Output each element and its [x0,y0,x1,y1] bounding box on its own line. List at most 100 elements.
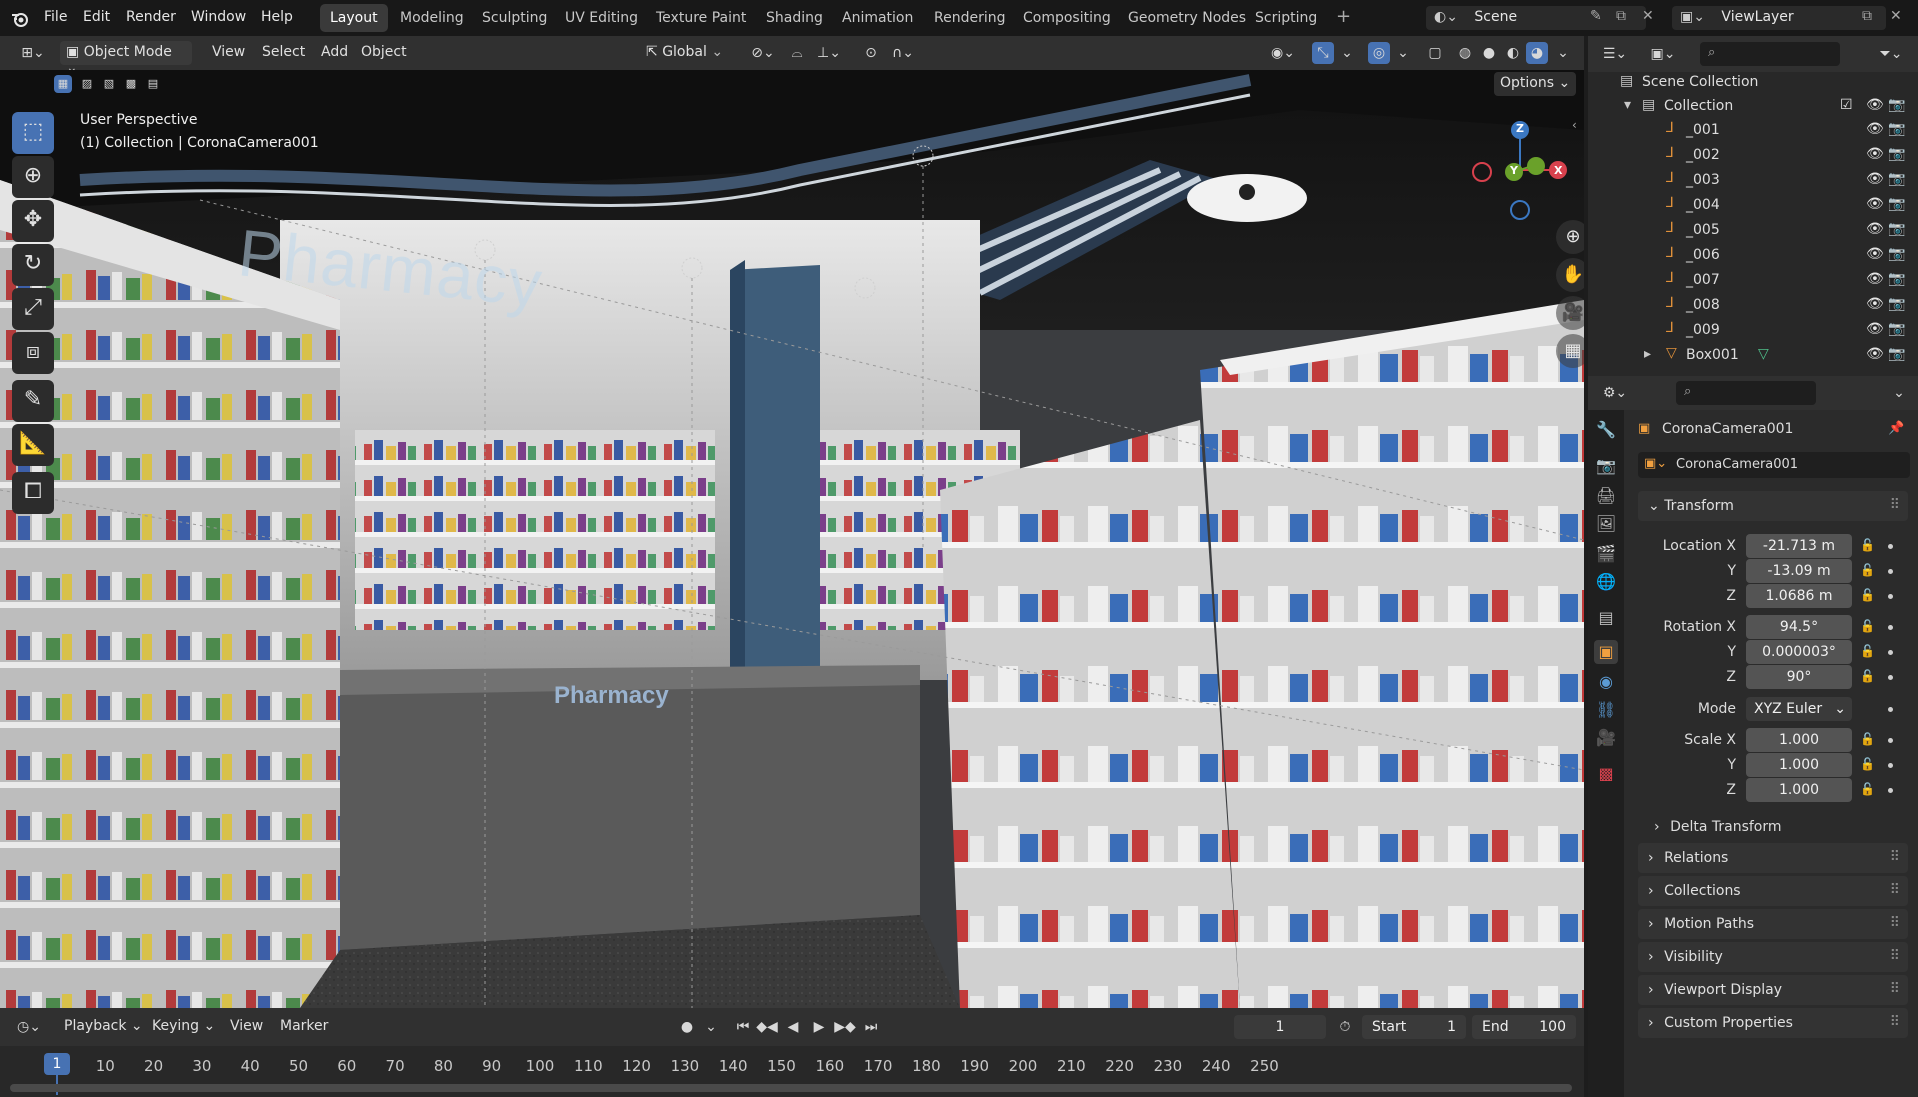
select-tool-icon[interactable]: ⬚ [12,112,54,154]
collection-tab-icon[interactable]: ▤ [1594,606,1618,630]
mesh-data-icon[interactable]: ▽ [1758,346,1769,362]
menu-playback[interactable]: Playback ⌄ [58,1015,149,1039]
rendered-shading-icon[interactable]: ◕ [1526,42,1548,64]
menu-select[interactable]: Select [256,41,311,65]
outliner-item[interactable]: ⅃ _005 👁 📷 [1588,218,1918,243]
rotation-x-field[interactable]: 94.5° [1746,615,1852,639]
solid-shading-icon[interactable]: ● [1478,42,1500,64]
eye-icon[interactable]: 👁 [1866,346,1884,362]
keyframe-dot[interactable] [1888,650,1893,655]
texture-tab-icon[interactable]: ▩ [1594,762,1618,786]
panel-collections[interactable]: › Collections ⠿ [1638,876,1908,906]
chevron-down-icon[interactable]: ⌄ [1552,42,1574,64]
add-cube-tool-icon[interactable]: ⧠ [12,472,54,514]
eye-icon[interactable]: 👁 [1866,97,1884,113]
current-frame-field[interactable]: 1 [1234,1015,1326,1039]
eye-icon[interactable]: 👁 [1866,121,1884,137]
render-tab-icon[interactable]: 📷 [1594,454,1618,478]
scale-y-field[interactable]: 1.000 [1746,753,1852,777]
keyframe-dot[interactable] [1888,738,1893,743]
panel-motion-paths[interactable]: › Motion Paths ⠿ [1638,909,1908,939]
camera-render-icon[interactable]: 📷 [1888,221,1905,237]
scale-x-field[interactable]: 1.000 [1746,728,1852,752]
drag-handle-icon[interactable]: ⠿ [1890,849,1900,865]
eye-icon[interactable]: 👁 [1866,296,1884,312]
drag-handle-icon[interactable]: ⠿ [1890,915,1900,931]
move-tool-icon[interactable]: ✥ [12,200,54,242]
pivot-icon[interactable]: ⊘⌄ [746,42,780,64]
keyframe-dot[interactable] [1888,707,1893,712]
object-data-tab-icon[interactable]: 🎥 [1594,726,1618,750]
delete-scene-icon[interactable]: ✕ [1642,8,1654,24]
outliner-scene-collection[interactable]: ▤ Scene Collection [1588,70,1918,95]
tab-uv-editing[interactable]: UV Editing [555,4,648,32]
world-tab-icon[interactable]: 🌐 [1594,570,1618,594]
lock-icon[interactable]: 🔓 [1860,619,1875,633]
tab-animation[interactable]: Animation [832,4,923,32]
outliner-item[interactable]: ⅃ _007 👁 📷 [1588,268,1918,293]
expand-arrow-icon[interactable]: ▸ [1644,346,1651,362]
falloff-icon[interactable]: ∩⌄ [886,42,920,64]
tab-rendering[interactable]: Rendering [924,4,1016,32]
camera-render-icon[interactable]: 📷 [1888,346,1905,362]
lock-icon[interactable]: 🔓 [1860,757,1875,771]
tab-modeling[interactable]: Modeling [390,4,474,32]
menu-object[interactable]: Object [355,41,413,65]
snap-target-icon[interactable]: ⊥⌄ [812,42,846,64]
tab-compositing[interactable]: Compositing [1013,4,1121,32]
outliner-item[interactable]: ⅃ _008 👁 📷 [1588,293,1918,318]
menu-render[interactable]: Render [126,9,176,25]
measure-tool-icon[interactable]: 📐 [12,424,54,466]
grid-view-icon[interactable]: ▦ [1556,334,1584,368]
keyframe-dot[interactable] [1888,544,1893,549]
outliner-item[interactable]: ⅃ _009 👁 📷 [1588,318,1918,343]
tool-tab-icon[interactable]: 🔧 [1594,418,1618,442]
collapse-sidebar-icon[interactable]: ‹ [1572,118,1577,132]
wireframe-shading-icon[interactable]: ◍ [1454,42,1476,64]
new-viewlayer-icon[interactable]: ⧉ [1862,8,1872,24]
menu-window[interactable]: Window [191,9,246,25]
camera-view-icon[interactable]: 🎥 [1556,296,1584,330]
location-z-field[interactable]: 1.0686 m [1746,584,1852,608]
rotation-z-field[interactable]: 90° [1746,665,1852,689]
select-subtract-icon[interactable]: ▧ [100,75,118,93]
outliner-collection[interactable]: ▾ ▤ Collection ☑ 👁 📷 [1588,94,1918,119]
gizmo-icon[interactable]: ⤡ [1312,42,1334,64]
tab-geometry-nodes[interactable]: Geometry Nodes [1118,4,1256,32]
object-name-field[interactable]: ▣⌄ CoronaCamera001 [1638,452,1910,478]
editor-type-icon[interactable]: ⊞⌄ [16,42,50,64]
play-icon[interactable]: ▶ [808,1016,830,1038]
select-box-icon[interactable]: ▦ [54,75,72,93]
panel-visibility[interactable]: › Visibility ⠿ [1638,942,1908,972]
properties-editor-type-icon[interactable]: ⚙⌄ [1598,382,1632,404]
keyframe-dot[interactable] [1888,763,1893,768]
camera-render-icon[interactable]: 📷 [1888,171,1905,187]
select-extend-icon[interactable]: ▨ [78,75,96,93]
delta-transform-subpanel[interactable]: › Delta Transform [1654,819,1782,835]
tab-shading[interactable]: Shading [756,4,833,32]
exclude-checkbox[interactable]: ☑ [1840,97,1853,113]
drag-handle-icon[interactable]: ⠿ [1890,1014,1900,1030]
keyframe-dot[interactable] [1888,675,1893,680]
select-intersect-icon[interactable]: ▤ [144,75,162,93]
drag-handle-icon[interactable]: ⠿ [1890,948,1900,964]
new-scene-icon[interactable]: ⧉ [1616,8,1626,24]
eye-icon[interactable]: 👁 [1866,271,1884,287]
lock-icon[interactable]: 🔓 [1860,563,1875,577]
scale-z-field[interactable]: 1.000 [1746,778,1852,802]
timeline-scrollbar[interactable] [10,1084,1572,1092]
tab-layout[interactable]: Layout [320,4,388,32]
eye-icon[interactable]: 👁 [1866,146,1884,162]
menu-edit[interactable]: Edit [83,9,110,25]
options-dropdown[interactable]: Options ⌄ [1494,72,1577,96]
outliner-item[interactable]: ⅃ _003 👁 📷 [1588,168,1918,193]
menu-keying[interactable]: Keying ⌄ [146,1015,221,1039]
material-shading-icon[interactable]: ◐ [1502,42,1524,64]
outliner-search-input[interactable]: ⌕ [1700,42,1840,66]
orientation-dropdown[interactable]: ⇱ Global ⌄ [640,41,734,65]
add-workspace-icon[interactable]: + [1336,6,1351,27]
object-tab-icon[interactable]: ▣ [1594,640,1618,664]
keyframe-dot[interactable] [1888,625,1893,630]
jump-end-icon[interactable]: ⏭ [860,1016,882,1038]
outliner-item[interactable]: ⅃ _002 👁 📷 [1588,143,1918,168]
